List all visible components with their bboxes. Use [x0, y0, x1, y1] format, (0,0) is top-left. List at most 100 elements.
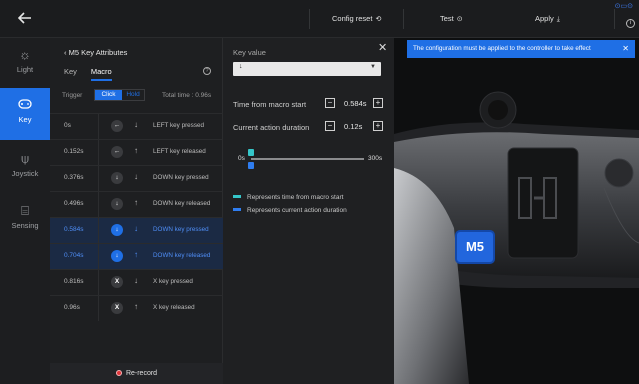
macro-row[interactable]: 0.496s ↓ ↑ DOWN key released: [50, 191, 223, 217]
download-icon: ⤓: [556, 16, 560, 23]
sidebar-item-label: Joystick: [11, 169, 39, 178]
record-icon: [115, 369, 122, 376]
test-button[interactable]: Test ⊙: [440, 12, 463, 26]
back-arrow-icon[interactable]: [17, 12, 34, 26]
tab-key[interactable]: Key: [64, 67, 77, 79]
total-time: Total time : 0.96s: [162, 92, 212, 99]
controller-image: [394, 91, 639, 384]
sidebar-item-joystick[interactable]: ⍦ Joystick: [0, 142, 50, 194]
key-value-panel: ✕ Key value ↓ ▼ Time from macro start − …: [223, 38, 394, 384]
divider: [98, 218, 99, 243]
panel-title[interactable]: ‹ M5 Key Attributes: [64, 48, 127, 57]
macro-row[interactable]: 0.152s ← ↑ LEFT key released: [50, 139, 223, 165]
macro-row-description: DOWN key pressed: [153, 226, 209, 233]
macro-row-description: X key pressed: [153, 278, 193, 285]
gamepad-icon: [0, 98, 50, 112]
timeline-slider[interactable]: [251, 158, 364, 160]
macro-row-time: 0.704s: [64, 252, 84, 259]
time-from-start-value[interactable]: 0.584s: [344, 99, 367, 108]
macro-action-icon: ↑: [134, 302, 138, 311]
apply-notification: The configuration must be applied to the…: [407, 40, 635, 58]
macro-row[interactable]: 0.704s ↓ ↑ DOWN key released: [50, 243, 223, 269]
rerecord-label: Re-record: [125, 370, 158, 377]
macro-key-icon: ↓: [111, 198, 123, 210]
decrease-duration-button[interactable]: −: [325, 121, 335, 131]
macro-row-description: DOWN key released: [153, 252, 211, 259]
sidebar-item-label: Sensing: [11, 221, 39, 230]
divider: [98, 166, 99, 191]
close-icon[interactable]: ✕: [622, 40, 629, 58]
macro-key-icon: ↓: [111, 224, 123, 236]
tab-bar: Key Macro: [64, 67, 124, 81]
legend-swatch-cyan: [233, 195, 241, 198]
macro-row[interactable]: 0s ← ↓ LEFT key pressed: [50, 113, 223, 139]
key-value-select[interactable]: ↓ ▼: [233, 62, 381, 76]
config-reset-button[interactable]: Config reset ⟲: [332, 12, 381, 26]
trigger-click-option[interactable]: Click: [95, 90, 122, 100]
macro-row-time: 0s: [64, 122, 71, 129]
macro-key-icon: X: [111, 276, 123, 288]
divider: [309, 9, 310, 29]
joystick-icon: ⍦: [21, 151, 29, 166]
macro-row[interactable]: 0.816s X ↓ X key pressed: [50, 269, 223, 295]
macro-row-time: 0.376s: [64, 174, 84, 181]
sidebar-item-label: Light: [16, 65, 34, 74]
help-icon[interactable]: ?: [203, 67, 211, 75]
divider: [98, 244, 99, 269]
sidebar-item-sensing[interactable]: ⌸ Sensing: [0, 194, 50, 246]
key-value-label: Key value: [233, 48, 266, 57]
divider: [98, 114, 99, 139]
current-duration-value[interactable]: 0.12s: [344, 122, 362, 131]
macro-row-description: X key released: [153, 304, 195, 311]
macro-key-icon: ↓: [111, 250, 123, 262]
macro-action-icon: ↑: [134, 146, 138, 155]
macro-action-icon: ↓: [134, 224, 138, 233]
tab-macro[interactable]: Macro: [90, 67, 112, 81]
divider: [98, 140, 99, 165]
top-bar: Config reset ⟲ Test ⊙ Apply ⤓ ⊙▭⊙ i: [0, 0, 639, 38]
macro-key-icon: ↓: [111, 172, 123, 184]
slider-start-label: 0s: [238, 155, 245, 162]
m5-key-highlight[interactable]: M5: [457, 232, 493, 262]
legend-current-duration: Represents current action duration: [233, 207, 347, 214]
macro-row[interactable]: 0.96s X ↑ X key released: [50, 295, 223, 321]
time-from-start-handle[interactable]: [248, 149, 254, 156]
macro-list: 0s ← ↓ LEFT key pressed 0.152s ← ↑ LEFT key rel…: [50, 113, 223, 321]
macro-row-description: LEFT key released: [153, 148, 206, 155]
increase-duration-button[interactable]: +: [373, 121, 383, 131]
sidebar: ☼ Light Key ⍦ Joystick ⌸ Sensing: [0, 38, 50, 384]
trigger-label: Trigger: [62, 92, 83, 99]
sensing-icon: ⌸: [21, 203, 29, 218]
info-icon[interactable]: i: [626, 19, 635, 28]
decrease-time-button[interactable]: −: [325, 98, 335, 108]
divider: [403, 9, 404, 29]
panel-title-text: M5 Key Attributes: [68, 48, 128, 57]
macro-row-time: 0.96s: [64, 304, 80, 311]
increase-time-button[interactable]: +: [373, 98, 383, 108]
macro-key-icon: ←: [111, 120, 123, 132]
macro-row[interactable]: 0.584s ↓ ↓ DOWN key pressed: [50, 217, 223, 243]
macro-row[interactable]: 0.376s ↓ ↓ DOWN key pressed: [50, 165, 223, 191]
sidebar-item-light[interactable]: ☼ Light: [0, 38, 50, 90]
macro-row-time: 0.584s: [64, 226, 84, 233]
divider: [98, 296, 99, 321]
apply-button[interactable]: Apply ⤓: [535, 12, 560, 26]
macro-action-icon: ↑: [134, 198, 138, 207]
slider-end-label: 300s: [368, 155, 383, 162]
macro-action-icon: ↑: [134, 250, 138, 259]
trigger-hold-option[interactable]: Hold: [122, 90, 144, 100]
macro-key-icon: ←: [111, 146, 123, 158]
macro-action-icon: ↓: [134, 276, 138, 285]
sidebar-item-key[interactable]: Key: [0, 88, 50, 140]
rerecord-button[interactable]: Re-record: [50, 363, 223, 384]
close-icon[interactable]: ✕: [378, 41, 387, 54]
time-from-start-row: Time from macro start − 0.584s +: [233, 98, 383, 110]
macro-row-time: 0.152s: [64, 148, 84, 155]
duration-handle[interactable]: [248, 162, 254, 169]
key-value-selected: ↓: [239, 63, 243, 70]
macro-row-description: DOWN key released: [153, 200, 211, 207]
macro-row-time: 0.496s: [64, 200, 84, 207]
play-circle-icon: ⊙: [456, 16, 463, 23]
sun-icon: ☼: [19, 47, 31, 62]
trigger-toggle: Click Hold: [94, 89, 145, 101]
